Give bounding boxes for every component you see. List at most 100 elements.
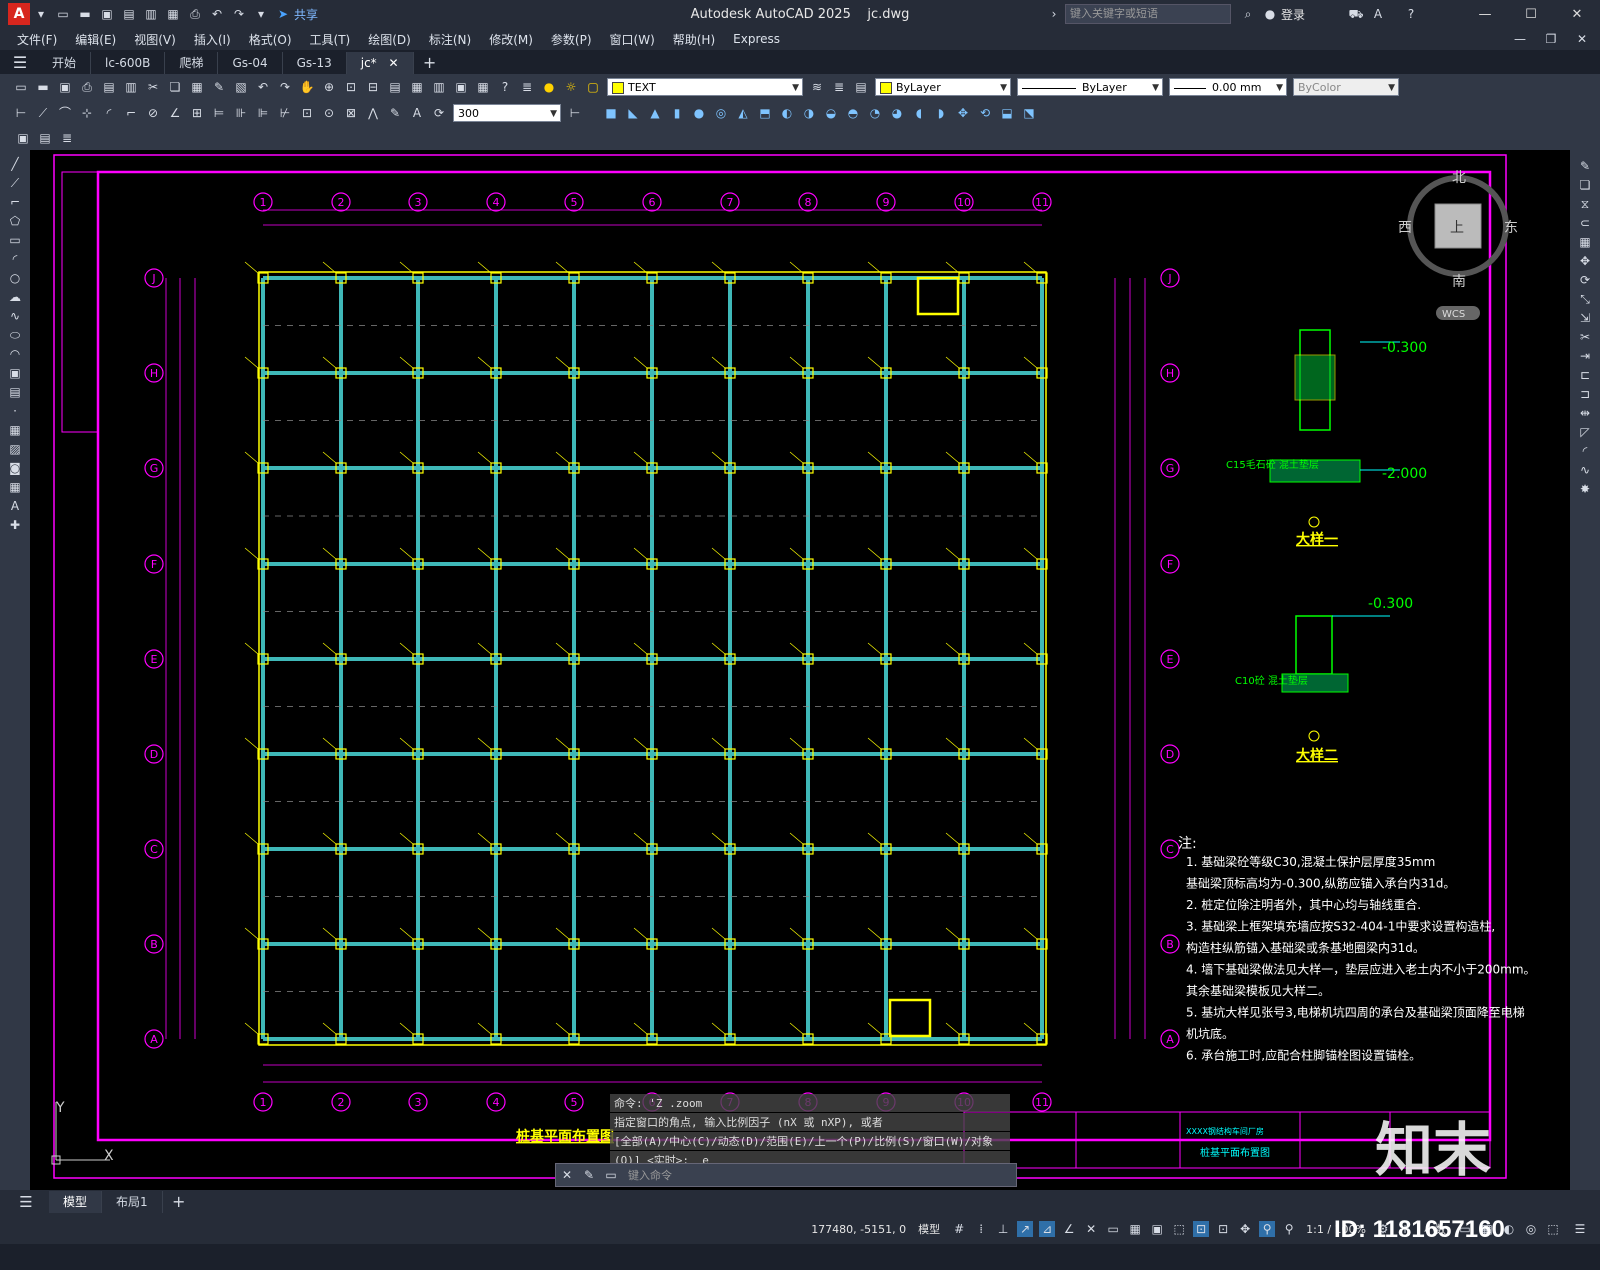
plot-icon[interactable]: ⎙ xyxy=(79,79,95,95)
open-icon[interactable]: ▬ xyxy=(35,79,51,95)
polar-icon[interactable]: ↗ xyxy=(1017,1221,1034,1237)
slice-icon[interactable]: ◖ xyxy=(911,105,927,121)
web-save-icon[interactable]: ▦ xyxy=(165,6,181,22)
tab-lc-600b[interactable]: lc-600B xyxy=(91,52,166,74)
viewcube[interactable]: 上 北 南 东 西 WCS xyxy=(1398,170,1518,320)
object-snap-icon[interactable]: ✕ xyxy=(1083,1221,1099,1237)
revolve-icon[interactable]: ◐ xyxy=(779,105,795,121)
ordinate-dim-icon[interactable]: ⊹ xyxy=(79,105,95,121)
union-icon[interactable]: ◓ xyxy=(845,105,861,121)
intersect-icon[interactable]: ◕ xyxy=(889,105,905,121)
open-folder-icon[interactable]: ▬ xyxy=(77,6,93,22)
subtract-icon[interactable]: ◔ xyxy=(867,105,883,121)
layer-dropdown[interactable]: TEXT ▼ xyxy=(607,78,803,96)
annotation-autoscale-icon[interactable]: ⚲ xyxy=(1281,1221,1297,1237)
calculator-icon[interactable]: ▦ xyxy=(475,79,491,95)
save-icon[interactable]: ▣ xyxy=(57,79,73,95)
tab-start[interactable]: 开始 xyxy=(38,52,92,74)
redo-icon[interactable]: ↷ xyxy=(231,6,247,22)
grid-icon[interactable]: # xyxy=(951,1221,967,1237)
ortho-icon[interactable]: ⊥ xyxy=(995,1221,1011,1237)
linetype-dropdown[interactable]: ByLayer ▼ xyxy=(1017,78,1163,96)
hamburger-menu-icon[interactable]: ☰ xyxy=(18,1194,34,1210)
dim-edit-icon[interactable]: ✎ xyxy=(387,105,403,121)
viewcube-wcs[interactable]: WCS xyxy=(1442,309,1465,320)
lineweight-icon[interactable]: ▭ xyxy=(1105,1221,1121,1237)
extrude-icon[interactable]: ⬒ xyxy=(757,105,773,121)
design-center-icon[interactable]: ▦ xyxy=(409,79,425,95)
dynamic-ucs-icon[interactable]: ⊡ xyxy=(1193,1221,1210,1237)
autodesk-app-icon[interactable]: A xyxy=(1370,6,1386,22)
revision-cloud-icon[interactable]: ☁ xyxy=(7,289,23,305)
extend-icon[interactable]: ⇥ xyxy=(1577,348,1593,364)
block-editor-icon[interactable]: ▧ xyxy=(233,79,249,95)
insert-block-icon[interactable]: ▣ xyxy=(7,365,23,381)
arc-icon[interactable]: ◜ xyxy=(7,251,23,267)
wrench-icon[interactable]: ✎ xyxy=(581,1167,597,1183)
clean-screen-icon[interactable]: ⬚ xyxy=(1545,1221,1561,1237)
spline-icon[interactable]: ∿ xyxy=(7,308,23,324)
hatch-icon[interactable]: ▦ xyxy=(7,422,23,438)
viewcube-top[interactable]: 上 xyxy=(1450,220,1464,236)
customize-icon[interactable]: ☰ xyxy=(1572,1221,1588,1237)
array-icon[interactable]: ▦ xyxy=(1577,234,1593,250)
dim-update-icon[interactable]: ⟳ xyxy=(431,105,447,121)
offset-icon[interactable]: ⊂ xyxy=(1577,215,1593,231)
break-at-point-icon[interactable]: ⊏ xyxy=(1577,367,1593,383)
box-icon[interactable]: ■ xyxy=(603,105,619,121)
mirror-icon[interactable]: ⧖ xyxy=(1577,196,1593,212)
wedge-icon[interactable]: ◣ xyxy=(625,105,641,121)
3d-rotate-icon[interactable]: ⟲ xyxy=(977,105,993,121)
torus-icon[interactable]: ◎ xyxy=(713,105,729,121)
3d-array-icon[interactable]: ⬔ xyxy=(1021,105,1037,121)
blend-icon[interactable]: ∿ xyxy=(1577,462,1593,478)
drawing-canvas[interactable]: 11223344556677889910101111JJHHGGFFEEDDCC… xyxy=(30,150,1570,1190)
continue-dim-icon[interactable]: ⊪ xyxy=(233,105,249,121)
workspace-icon[interactable]: ▣ xyxy=(15,130,31,146)
join-icon[interactable]: ⇹ xyxy=(1577,405,1593,421)
gizmo-icon[interactable]: ✥ xyxy=(1237,1221,1253,1237)
lineweight-dropdown[interactable]: 0.00 mm ▼ xyxy=(1169,78,1287,96)
new-icon[interactable]: ▭ xyxy=(13,79,29,95)
move-icon[interactable]: ✥ xyxy=(1577,253,1593,269)
ellipse-icon[interactable]: ⬭ xyxy=(7,327,23,343)
zoom-realtime-icon[interactable]: ⊕ xyxy=(321,79,337,95)
coordinates-readout[interactable]: 177480, -5151, 0 xyxy=(811,1223,906,1236)
tolerance-icon[interactable]: ⊡ xyxy=(299,105,315,121)
print-icon[interactable]: ⎙ xyxy=(187,6,203,22)
tab-layout1[interactable]: 布局1 xyxy=(102,1191,163,1213)
menu-edit[interactable]: 编辑(E) xyxy=(66,31,125,48)
3d-osnap-icon[interactable]: ⬚ xyxy=(1171,1221,1187,1237)
menu-format[interactable]: 格式(O) xyxy=(240,31,301,48)
sheet-set-icon[interactable]: ▣ xyxy=(453,79,469,95)
make-block-icon[interactable]: ▤ xyxy=(7,384,23,400)
menu-help[interactable]: 帮助(H) xyxy=(664,31,724,48)
polyline-icon[interactable]: ⌐ xyxy=(7,194,23,210)
3d-move-icon[interactable]: ✥ xyxy=(955,105,971,121)
menu-draw[interactable]: 绘图(D) xyxy=(359,31,420,48)
section-icon[interactable]: ◗ xyxy=(933,105,949,121)
selection-cycling-icon[interactable]: ▣ xyxy=(1149,1221,1165,1237)
center-mark-icon[interactable]: ⊙ xyxy=(321,105,337,121)
viewcube-south[interactable]: 南 xyxy=(1452,274,1466,290)
ellipse-arc-icon[interactable]: ◠ xyxy=(7,346,23,362)
tab-gs-13[interactable]: Gs-13 xyxy=(283,52,347,74)
undo-icon[interactable]: ↶ xyxy=(209,6,225,22)
baseline-dim-icon[interactable]: ⊨ xyxy=(211,105,227,121)
menu-window[interactable]: 窗口(W) xyxy=(601,31,664,48)
menu-parametric[interactable]: 参数(P) xyxy=(542,31,601,48)
3d-align-icon[interactable]: ⬓ xyxy=(999,105,1015,121)
viewcube-north[interactable]: 北 xyxy=(1452,170,1466,186)
tool-palettes-icon[interactable]: ▥ xyxy=(431,79,447,95)
copy-icon[interactable]: ❏ xyxy=(167,79,183,95)
command-prompt-icon[interactable]: ▭ xyxy=(603,1167,619,1183)
gradient-icon[interactable]: ▨ xyxy=(7,441,23,457)
search-input[interactable]: 键入关键字或短语 xyxy=(1064,4,1231,24)
hamburger-menu-icon[interactable]: ☰ xyxy=(12,55,28,71)
arc-length-icon[interactable]: ⌒ xyxy=(57,105,73,121)
copy-object-icon[interactable]: ❏ xyxy=(1577,177,1593,193)
web-open-icon[interactable]: ▥ xyxy=(143,6,159,22)
plot-preview-icon[interactable]: ▤ xyxy=(101,79,117,95)
cone-icon[interactable]: ▲ xyxy=(647,105,663,121)
cart-icon[interactable]: ⛟ xyxy=(1348,6,1364,22)
